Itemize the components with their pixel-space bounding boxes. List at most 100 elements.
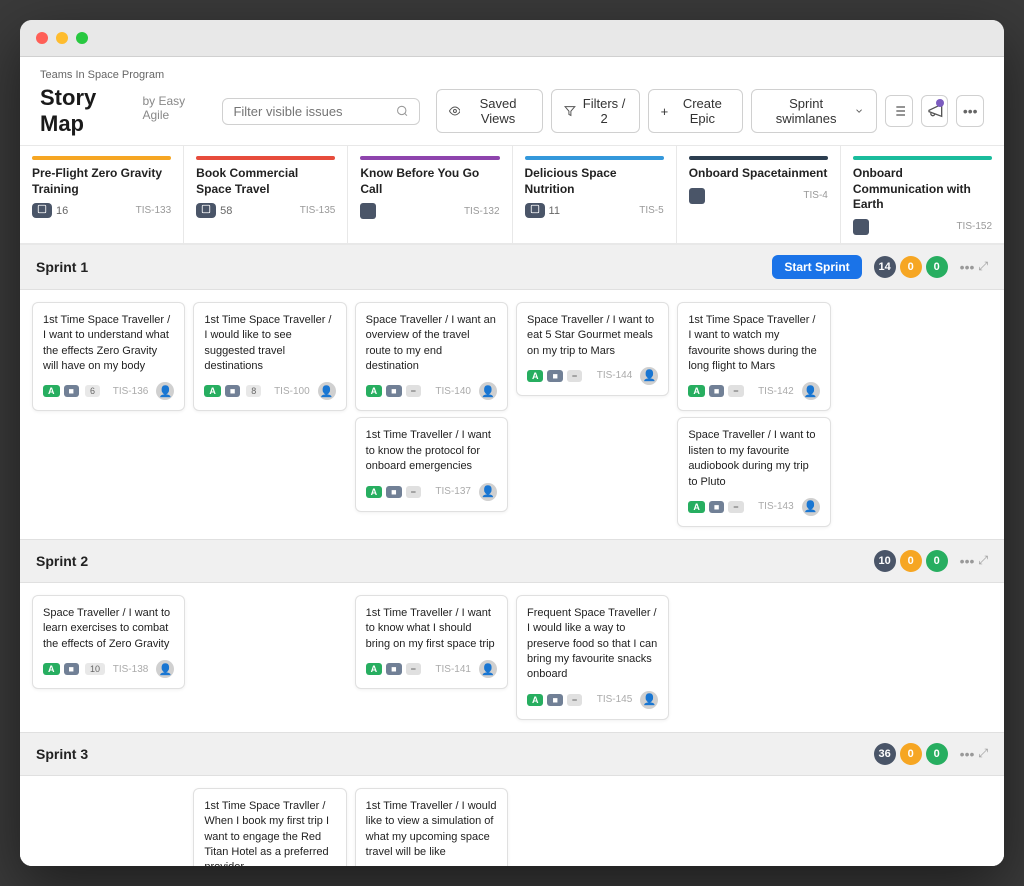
sprint-counts-2: 36 0 0 [874,743,948,765]
story-card-1-0-0[interactable]: Space Traveller / I want to learn exerci… [32,595,185,689]
tag-square: ■ [709,501,724,513]
sprint-expand-0[interactable]: ⤢ [978,259,988,274]
avatar-icon: 👤 [479,483,497,501]
sprint-green-count-0: 0 [926,256,948,278]
sprint-section-0: Sprint 1 Start Sprint 14 0 0 ••• ⤢ 1st T… [20,245,1004,540]
sprint-col-1-3: Frequent Space Traveller / I would like … [512,591,673,724]
minimize-button[interactable] [56,32,68,44]
epic-id: TIS-135 [300,205,336,216]
sprint-header-0: Sprint 1 Start Sprint 14 0 0 ••• ⤢ [20,245,1004,290]
avatar-icon: 👤 [479,382,497,400]
main-content[interactable]: Pre-Flight Zero Gravity Training 16 TIS-… [20,146,1004,866]
card-footer: A■− TIS-137 👤 [366,483,497,501]
sprint-section-1: Sprint 2 10 0 0 ••• ⤢ Space Traveller / … [20,540,1004,733]
search-box[interactable] [222,98,419,125]
list-view-button[interactable] [885,95,913,127]
eye-icon [449,104,461,118]
card-footer: A■− TIS-141 👤 [366,660,497,678]
card-id: TIS-138 [113,664,149,675]
story-card-0-3-0[interactable]: Space Traveller / I want to eat 5 Star G… [516,302,669,396]
card-id: TIS-136 [113,386,149,397]
epic-col-4[interactable]: Onboard Spacetainment TIS-4 [677,146,841,243]
card-footer: A■− TIS-145 👤 [527,691,658,709]
sprint-col-1-2: 1st Time Traveller / I want to know what… [351,591,512,724]
epic-meta: 16 TIS-133 [32,203,171,218]
story-card-1-3-0[interactable]: Frequent Space Traveller / I would like … [516,595,669,720]
avatar-icon: 👤 [156,382,174,400]
tag-square: ■ [386,385,401,397]
epic-title: Pre-Flight Zero Gravity Training [32,166,171,197]
epic-count [689,188,705,204]
story-card-2-1-0[interactable]: 1st Time Space Travller / When I book my… [193,788,346,866]
sprint-col-1-1 [189,591,350,724]
maximize-button[interactable] [76,32,88,44]
sprint-total-count-0: 14 [874,256,896,278]
story-card-0-0-0[interactable]: 1st Time Space Traveller / I want to und… [32,302,185,412]
filters-button[interactable]: Filters / 2 [551,89,640,133]
sprint-expand-2[interactable]: ⤢ [978,746,988,761]
epic-count: 58 [196,203,232,218]
filter-icon [564,104,576,118]
sprint-more-2[interactable]: ••• [960,746,975,762]
card-footer: A■− TIS-142 👤 [688,382,819,400]
sprints-container: Sprint 1 Start Sprint 14 0 0 ••• ⤢ 1st T… [20,245,1004,866]
start-sprint-button[interactable]: Start Sprint [772,255,861,279]
epic-count-badge [32,203,52,218]
notification-dot [936,99,944,107]
sprint-cards-2: 1st Time Space Travller / When I book my… [20,776,1004,866]
sprint-cards-1: Space Traveller / I want to learn exerci… [20,583,1004,732]
sprint-col-1-4 [673,591,834,724]
card-footer: A■10 TIS-138 👤 [43,660,174,678]
card-footer: A■− TIS-144 👤 [527,367,658,385]
square-icon [37,204,47,214]
create-epic-button[interactable]: + Create Epic [648,89,744,133]
story-card-0-2-0[interactable]: Space Traveller / I want an overview of … [355,302,508,412]
more-options-button[interactable]: ••• [956,95,984,127]
epic-icon [360,203,376,219]
card-footer: A■8 TIS-100 👤 [204,382,335,400]
chevron-down-icon [854,105,864,117]
epic-id: TIS-4 [803,190,827,201]
epic-col-3[interactable]: Delicious Space Nutrition 11 TIS-5 [513,146,677,243]
close-button[interactable] [36,32,48,44]
story-card-0-4-0[interactable]: 1st Time Space Traveller / I want to wat… [677,302,830,412]
tag-square: ■ [547,694,562,706]
epic-count [853,219,869,235]
tag-minus: − [406,663,421,675]
sprint-more-0[interactable]: ••• [960,259,975,275]
epic-color-bar [360,156,499,160]
tag-square: ■ [386,663,401,675]
epic-id: TIS-132 [464,206,500,217]
story-card-0-1-0[interactable]: 1st Time Space Traveller / I would like … [193,302,346,412]
sprint-col-2-5 [835,784,996,866]
epic-col-0[interactable]: Pre-Flight Zero Gravity Training 16 TIS-… [20,146,184,243]
saved-views-button[interactable]: Saved Views [436,89,543,133]
epic-title: Book Commercial Space Travel [196,166,335,197]
tag-a: A [366,663,383,675]
sprint-col-2-3 [512,784,673,866]
sprint-more-1[interactable]: ••• [960,553,975,569]
epic-title: Onboard Communication with Earth [853,166,992,213]
story-card-0-4-1[interactable]: Space Traveller / I want to listen to my… [677,417,830,527]
tag-square: ■ [225,385,240,397]
search-input[interactable] [233,104,390,119]
epic-title: Delicious Space Nutrition [525,166,664,197]
avatar-icon: 👤 [318,382,336,400]
story-card-0-2-1[interactable]: 1st Time Traveller / I want to know the … [355,417,508,511]
epic-col-2[interactable]: Know Before You Go Call TIS-132 [348,146,512,243]
card-text: 1st Time Space Traveller / I want to und… [43,313,174,375]
avatar-icon: 👤 [802,498,820,516]
notification-button[interactable] [921,95,949,127]
sprint-orange-count-1: 0 [900,550,922,572]
sprint-expand-1[interactable]: ⤢ [978,553,988,568]
story-card-1-2-0[interactable]: 1st Time Traveller / I want to know what… [355,595,508,689]
avatar-icon: 👤 [640,691,658,709]
story-card-2-2-0[interactable]: 1st Time Traveller / I would like to vie… [355,788,508,866]
sprint-col-2-2: 1st Time Traveller / I would like to vie… [351,784,512,866]
epic-col-5[interactable]: Onboard Communication with Earth TIS-152 [841,146,1004,243]
sprint-swimlanes-button[interactable]: Sprint swimlanes [751,89,877,133]
sprint-col-0-3: Space Traveller / I want to eat 5 Star G… [512,298,673,531]
sprint-section-2: Sprint 3 36 0 0 ••• ⤢ 1st Time Space Tra… [20,733,1004,866]
epic-color-bar [853,156,992,160]
epic-col-1[interactable]: Book Commercial Space Travel 58 TIS-135 [184,146,348,243]
